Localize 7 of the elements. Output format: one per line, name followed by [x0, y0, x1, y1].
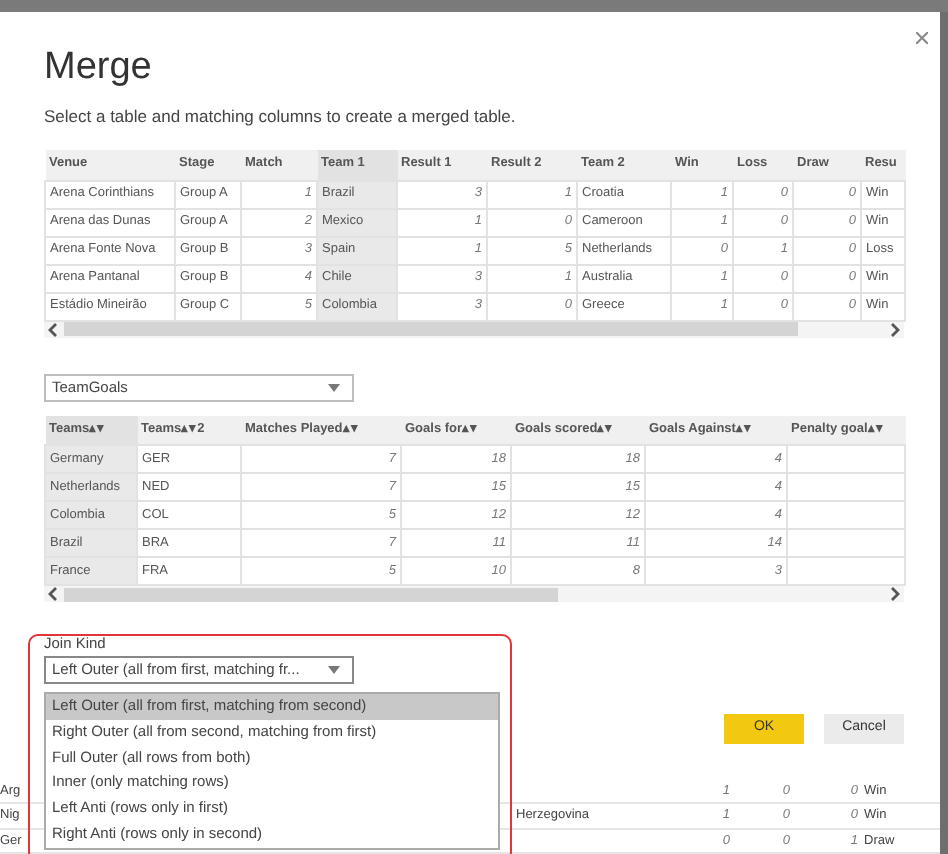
dropdown-caret-icon: [328, 383, 340, 391]
scrollbar-thumb[interactable]: [64, 587, 558, 601]
dialog-title: Merge: [44, 44, 154, 92]
instruction-text: Select a table and matching columns to create a merged table.: [44, 104, 518, 128]
scrollbar-thumb[interactable]: [64, 322, 798, 336]
dropdown-caret-icon: [328, 666, 340, 674]
close-button[interactable]: [916, 28, 928, 46]
